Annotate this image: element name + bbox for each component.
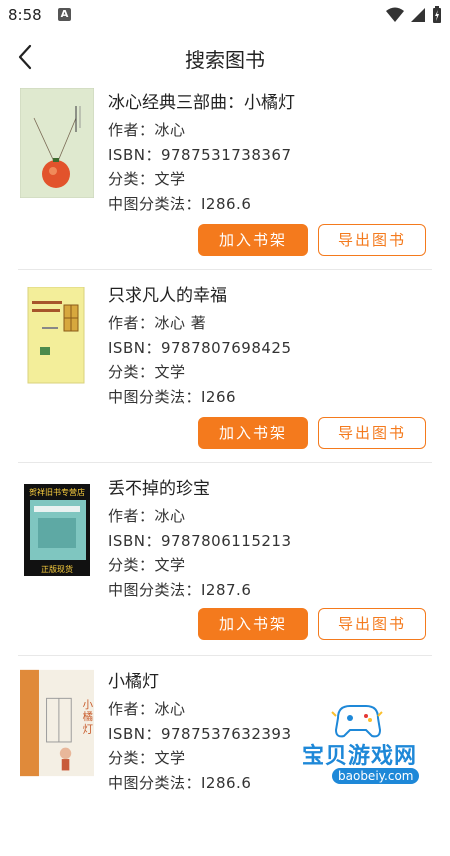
export-book-button[interactable]: 导出图书 bbox=[318, 224, 426, 256]
book-author: 作者：冰心 bbox=[108, 700, 186, 718]
status-time: 8:58 bbox=[8, 6, 42, 24]
title-bar: 搜索图书 bbox=[0, 30, 450, 84]
book-isbn: ISBN：9787537632393 bbox=[108, 724, 292, 743]
book-author: 作者：冰心 著 bbox=[108, 314, 207, 332]
cover-banner-top: 贺祥旧书专营店 bbox=[29, 487, 85, 497]
book-item[interactable]: 只求凡人的幸福 作者：冰心 著 ISBN：9787807698425 分类：文学… bbox=[0, 277, 450, 470]
cover-banner-bottom: 正版现货 bbox=[41, 564, 73, 574]
book-clc: 中图分类法：I286.6 bbox=[108, 194, 252, 213]
book-isbn: ISBN：9787806115213 bbox=[108, 531, 292, 550]
notification-icon: A bbox=[58, 8, 71, 21]
book-category: 分类：文学 bbox=[108, 556, 186, 574]
book-clc: 中图分类法：I266 bbox=[108, 387, 237, 406]
book-item[interactable]: 贺祥旧书专营店 正版现货 丢不掉的珍宝 作者：冰心 ISBN：978780611… bbox=[0, 470, 450, 663]
watermark: 宝贝游戏网 baobeiy.com bbox=[274, 698, 444, 788]
book-title: 冰心经典三部曲：小橘灯 bbox=[108, 93, 295, 113]
export-book-button[interactable]: 导出图书 bbox=[318, 608, 426, 640]
divider bbox=[18, 269, 432, 270]
add-to-shelf-button[interactable]: 加入书架 bbox=[198, 417, 308, 449]
battery-icon bbox=[433, 6, 441, 23]
book-title: 丢不掉的珍宝 bbox=[108, 479, 210, 499]
add-to-shelf-button[interactable]: 加入书架 bbox=[198, 224, 308, 256]
book-category: 分类：文学 bbox=[108, 363, 186, 381]
book-cover-image bbox=[20, 88, 94, 198]
watermark-url: baobeiy.com bbox=[332, 768, 420, 784]
status-icons bbox=[386, 6, 442, 24]
status-bar: 8:58 A bbox=[0, 0, 450, 30]
book-title: 小橘灯 bbox=[108, 672, 159, 692]
page-title: 搜索图书 bbox=[185, 48, 265, 72]
book-title: 只求凡人的幸福 bbox=[108, 286, 227, 306]
book-cover-image bbox=[27, 287, 85, 384]
add-to-shelf-button[interactable]: 加入书架 bbox=[198, 608, 308, 640]
book-item[interactable]: 冰心经典三部曲：小橘灯 作者：冰心 ISBN：9787531738367 分类：… bbox=[0, 84, 450, 277]
signal-icon bbox=[411, 8, 425, 22]
cover-title: 小橘灯 bbox=[83, 699, 94, 736]
book-clc: 中图分类法：I286.6 bbox=[108, 773, 252, 792]
book-cover-image: 小橘灯 bbox=[20, 669, 94, 777]
divider bbox=[18, 462, 432, 463]
book-author: 作者：冰心 bbox=[108, 121, 186, 139]
book-isbn: ISBN：9787531738367 bbox=[108, 145, 292, 164]
divider bbox=[18, 655, 432, 656]
book-clc: 中图分类法：I287.6 bbox=[108, 580, 252, 599]
book-cover-image: 贺祥旧书专营店 正版现货 bbox=[24, 484, 90, 576]
gamepad-icon bbox=[331, 705, 383, 738]
book-author: 作者：冰心 bbox=[108, 507, 186, 525]
wifi-icon bbox=[386, 7, 404, 22]
watermark-text: 宝贝游戏网 bbox=[302, 744, 418, 769]
export-book-button[interactable]: 导出图书 bbox=[318, 417, 426, 449]
book-isbn: ISBN：9787807698425 bbox=[108, 338, 292, 357]
book-category: 分类：文学 bbox=[108, 170, 186, 188]
book-category: 分类：文学 bbox=[108, 749, 186, 767]
